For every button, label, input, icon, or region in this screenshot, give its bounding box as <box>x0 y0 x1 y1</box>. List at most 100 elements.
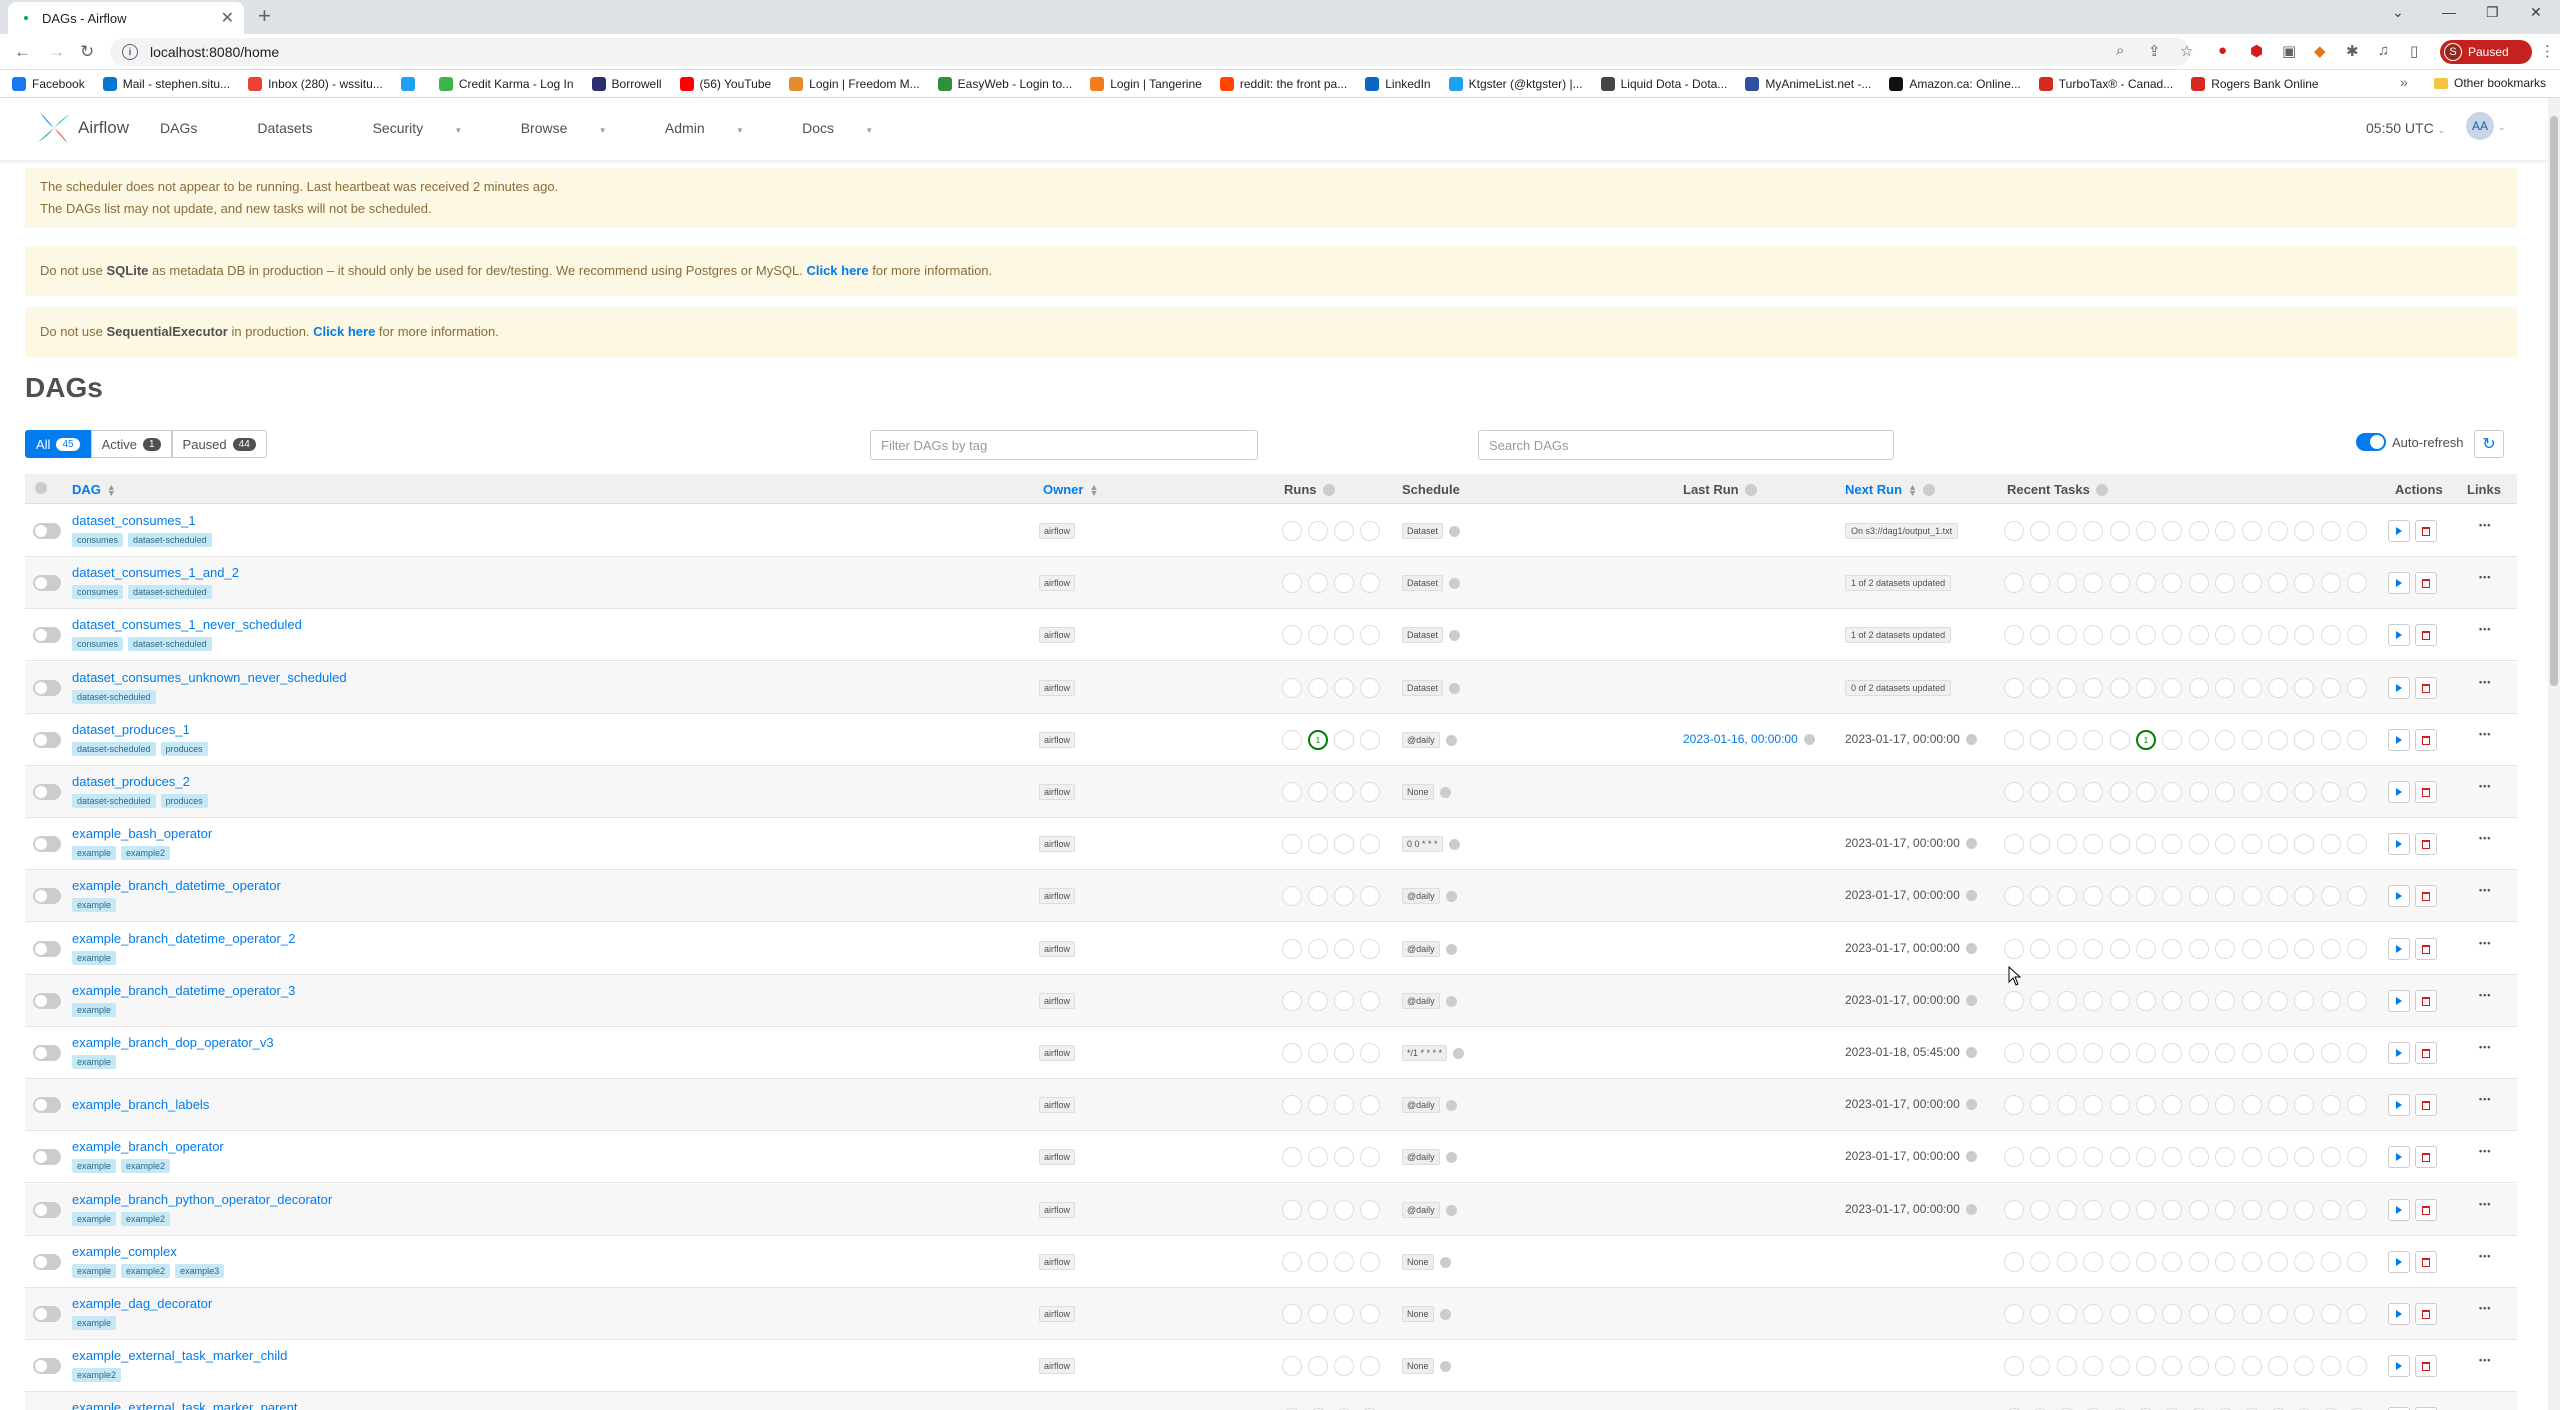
pause-toggle[interactable] <box>33 1306 61 1322</box>
owner-badge[interactable]: airflow <box>1039 1045 1076 1061</box>
task-status-circle[interactable] <box>2215 1252 2236 1272</box>
task-status-circle[interactable] <box>2241 678 2262 698</box>
owner-badge[interactable]: airflow <box>1039 523 1076 539</box>
task-status-circle[interactable] <box>2004 573 2024 593</box>
task-status-circle[interactable] <box>2241 1356 2262 1376</box>
task-status-circle[interactable] <box>2004 1252 2024 1272</box>
delete-dag-button[interactable] <box>2415 1303 2437 1325</box>
more-links-icon[interactable]: ••• <box>2479 833 2491 843</box>
run-status-circle[interactable] <box>1334 1200 1354 1220</box>
task-status-circle[interactable] <box>2162 1304 2183 1324</box>
task-status-circle[interactable] <box>2056 886 2077 906</box>
task-status-circle[interactable] <box>2030 678 2051 698</box>
task-status-circle[interactable] <box>2215 1147 2236 1167</box>
toggle-switch[interactable] <box>2356 433 2386 451</box>
auto-refresh-toggle[interactable]: Auto-refresh <box>2356 433 2464 451</box>
column-dag[interactable]: DAG ▲ ▼ <box>72 482 116 497</box>
refresh-button[interactable]: ↻ <box>2474 430 2504 458</box>
delete-dag-button[interactable] <box>2415 1094 2437 1116</box>
task-status-circle[interactable] <box>2347 1147 2368 1167</box>
task-status-circle[interactable] <box>2294 782 2315 802</box>
task-status-circle[interactable] <box>2188 1200 2209 1220</box>
task-status-circle[interactable] <box>2083 1356 2104 1376</box>
task-status-circle[interactable] <box>2030 730 2051 750</box>
task-status-circle[interactable] <box>2083 834 2104 854</box>
run-status-circle[interactable] <box>1282 991 1302 1011</box>
more-links-icon[interactable]: ••• <box>2479 885 2491 895</box>
delete-dag-button[interactable] <box>2415 833 2437 855</box>
task-status-circle[interactable] <box>2004 939 2024 959</box>
task-status-circle[interactable] <box>2004 521 2024 541</box>
task-status-circle[interactable] <box>2136 886 2156 906</box>
task-status-circle[interactable] <box>2294 939 2315 959</box>
pause-toggle[interactable] <box>33 1358 61 1374</box>
bookmark-item[interactable]: reddit: the front pa... <box>1219 76 1347 91</box>
bookmark-item[interactable]: Liquid Dota - Dota... <box>1600 76 1727 91</box>
run-status-circle[interactable] <box>1360 625 1380 645</box>
reload-icon[interactable]: ↻ <box>80 42 94 62</box>
task-status-circle[interactable] <box>2294 573 2315 593</box>
task-status-circle[interactable] <box>2320 1095 2341 1115</box>
task-status-circle[interactable] <box>2320 730 2341 750</box>
task-status-circle[interactable] <box>2347 939 2368 959</box>
task-status-circle[interactable] <box>2347 1304 2368 1324</box>
forward-icon[interactable]: → <box>48 42 65 62</box>
trigger-dag-button[interactable] <box>2388 833 2410 855</box>
task-status-circle[interactable] <box>2188 834 2209 854</box>
dag-name-link[interactable]: dataset_produces_2 <box>72 774 190 789</box>
run-status-circle[interactable] <box>1334 991 1354 1011</box>
task-status-circle[interactable] <box>2215 886 2236 906</box>
schedule-info-icon[interactable] <box>1449 629 1461 641</box>
owner-badge[interactable]: airflow <box>1039 575 1076 591</box>
task-status-circle[interactable] <box>2162 1043 2183 1063</box>
task-status-circle[interactable] <box>2136 1200 2156 1220</box>
task-status-circle[interactable] <box>2136 1304 2156 1324</box>
trigger-dag-button[interactable] <box>2388 885 2410 907</box>
task-status-circle[interactable] <box>2188 625 2209 645</box>
tab-search-icon[interactable]: ⌄ <box>2392 4 2404 21</box>
task-status-circle[interactable] <box>2056 1147 2077 1167</box>
task-status-circle[interactable] <box>2162 834 2183 854</box>
run-status-circle[interactable] <box>1308 1252 1328 1272</box>
pause-toggle[interactable] <box>33 732 61 748</box>
run-status-circle[interactable] <box>1360 1043 1380 1063</box>
schedule-badge[interactable]: Dataset <box>1402 680 1444 696</box>
schedule-badge[interactable]: @daily <box>1402 1097 1440 1113</box>
task-status-circle[interactable] <box>2268 782 2288 802</box>
owner-badge[interactable]: airflow <box>1039 732 1076 748</box>
task-status-circle[interactable] <box>2056 625 2077 645</box>
task-status-circle[interactable] <box>2004 1304 2024 1324</box>
task-status-circle[interactable] <box>2136 991 2156 1011</box>
schedule-info-icon[interactable] <box>1439 1256 1451 1268</box>
opera-extension-icon[interactable]: ● <box>2218 42 2227 59</box>
more-links-icon[interactable]: ••• <box>2479 1094 2491 1104</box>
run-status-circle[interactable] <box>1282 625 1302 645</box>
task-status-circle[interactable] <box>2320 1147 2341 1167</box>
delete-dag-button[interactable] <box>2415 572 2437 594</box>
task-status-circle[interactable] <box>2083 678 2104 698</box>
task-status-circle[interactable] <box>2109 678 2130 698</box>
task-status-circle[interactable] <box>2294 1356 2315 1376</box>
task-status-circle[interactable] <box>2347 625 2368 645</box>
trigger-dag-button[interactable] <box>2388 1042 2410 1064</box>
task-status-circle[interactable]: 1 <box>2136 730 2156 750</box>
run-status-circle[interactable] <box>1308 834 1328 854</box>
tag-badge[interactable]: example <box>72 1264 117 1278</box>
run-status-circle[interactable] <box>1308 782 1328 802</box>
task-status-circle[interactable] <box>2268 886 2288 906</box>
trigger-dag-button[interactable] <box>2388 572 2410 594</box>
run-status-circle[interactable] <box>1282 1095 1302 1115</box>
schedule-info-icon[interactable] <box>1449 577 1461 589</box>
restore-icon[interactable]: ❐ <box>2486 4 2499 21</box>
delete-dag-button[interactable] <box>2415 1251 2437 1273</box>
task-status-circle[interactable] <box>2083 782 2104 802</box>
task-status-circle[interactable] <box>2320 886 2341 906</box>
schedule-badge[interactable]: None <box>1402 1254 1434 1270</box>
zoom-icon[interactable]: ⌕ <box>2116 42 2124 59</box>
task-status-circle[interactable] <box>2162 1200 2183 1220</box>
task-status-circle[interactable] <box>2004 1147 2024 1167</box>
column-owner[interactable]: Owner ▲ ▼ <box>1043 482 1098 497</box>
more-links-icon[interactable]: ••• <box>2479 938 2491 948</box>
schedule-badge[interactable]: None <box>1402 1358 1434 1374</box>
run-status-circle[interactable] <box>1334 834 1354 854</box>
